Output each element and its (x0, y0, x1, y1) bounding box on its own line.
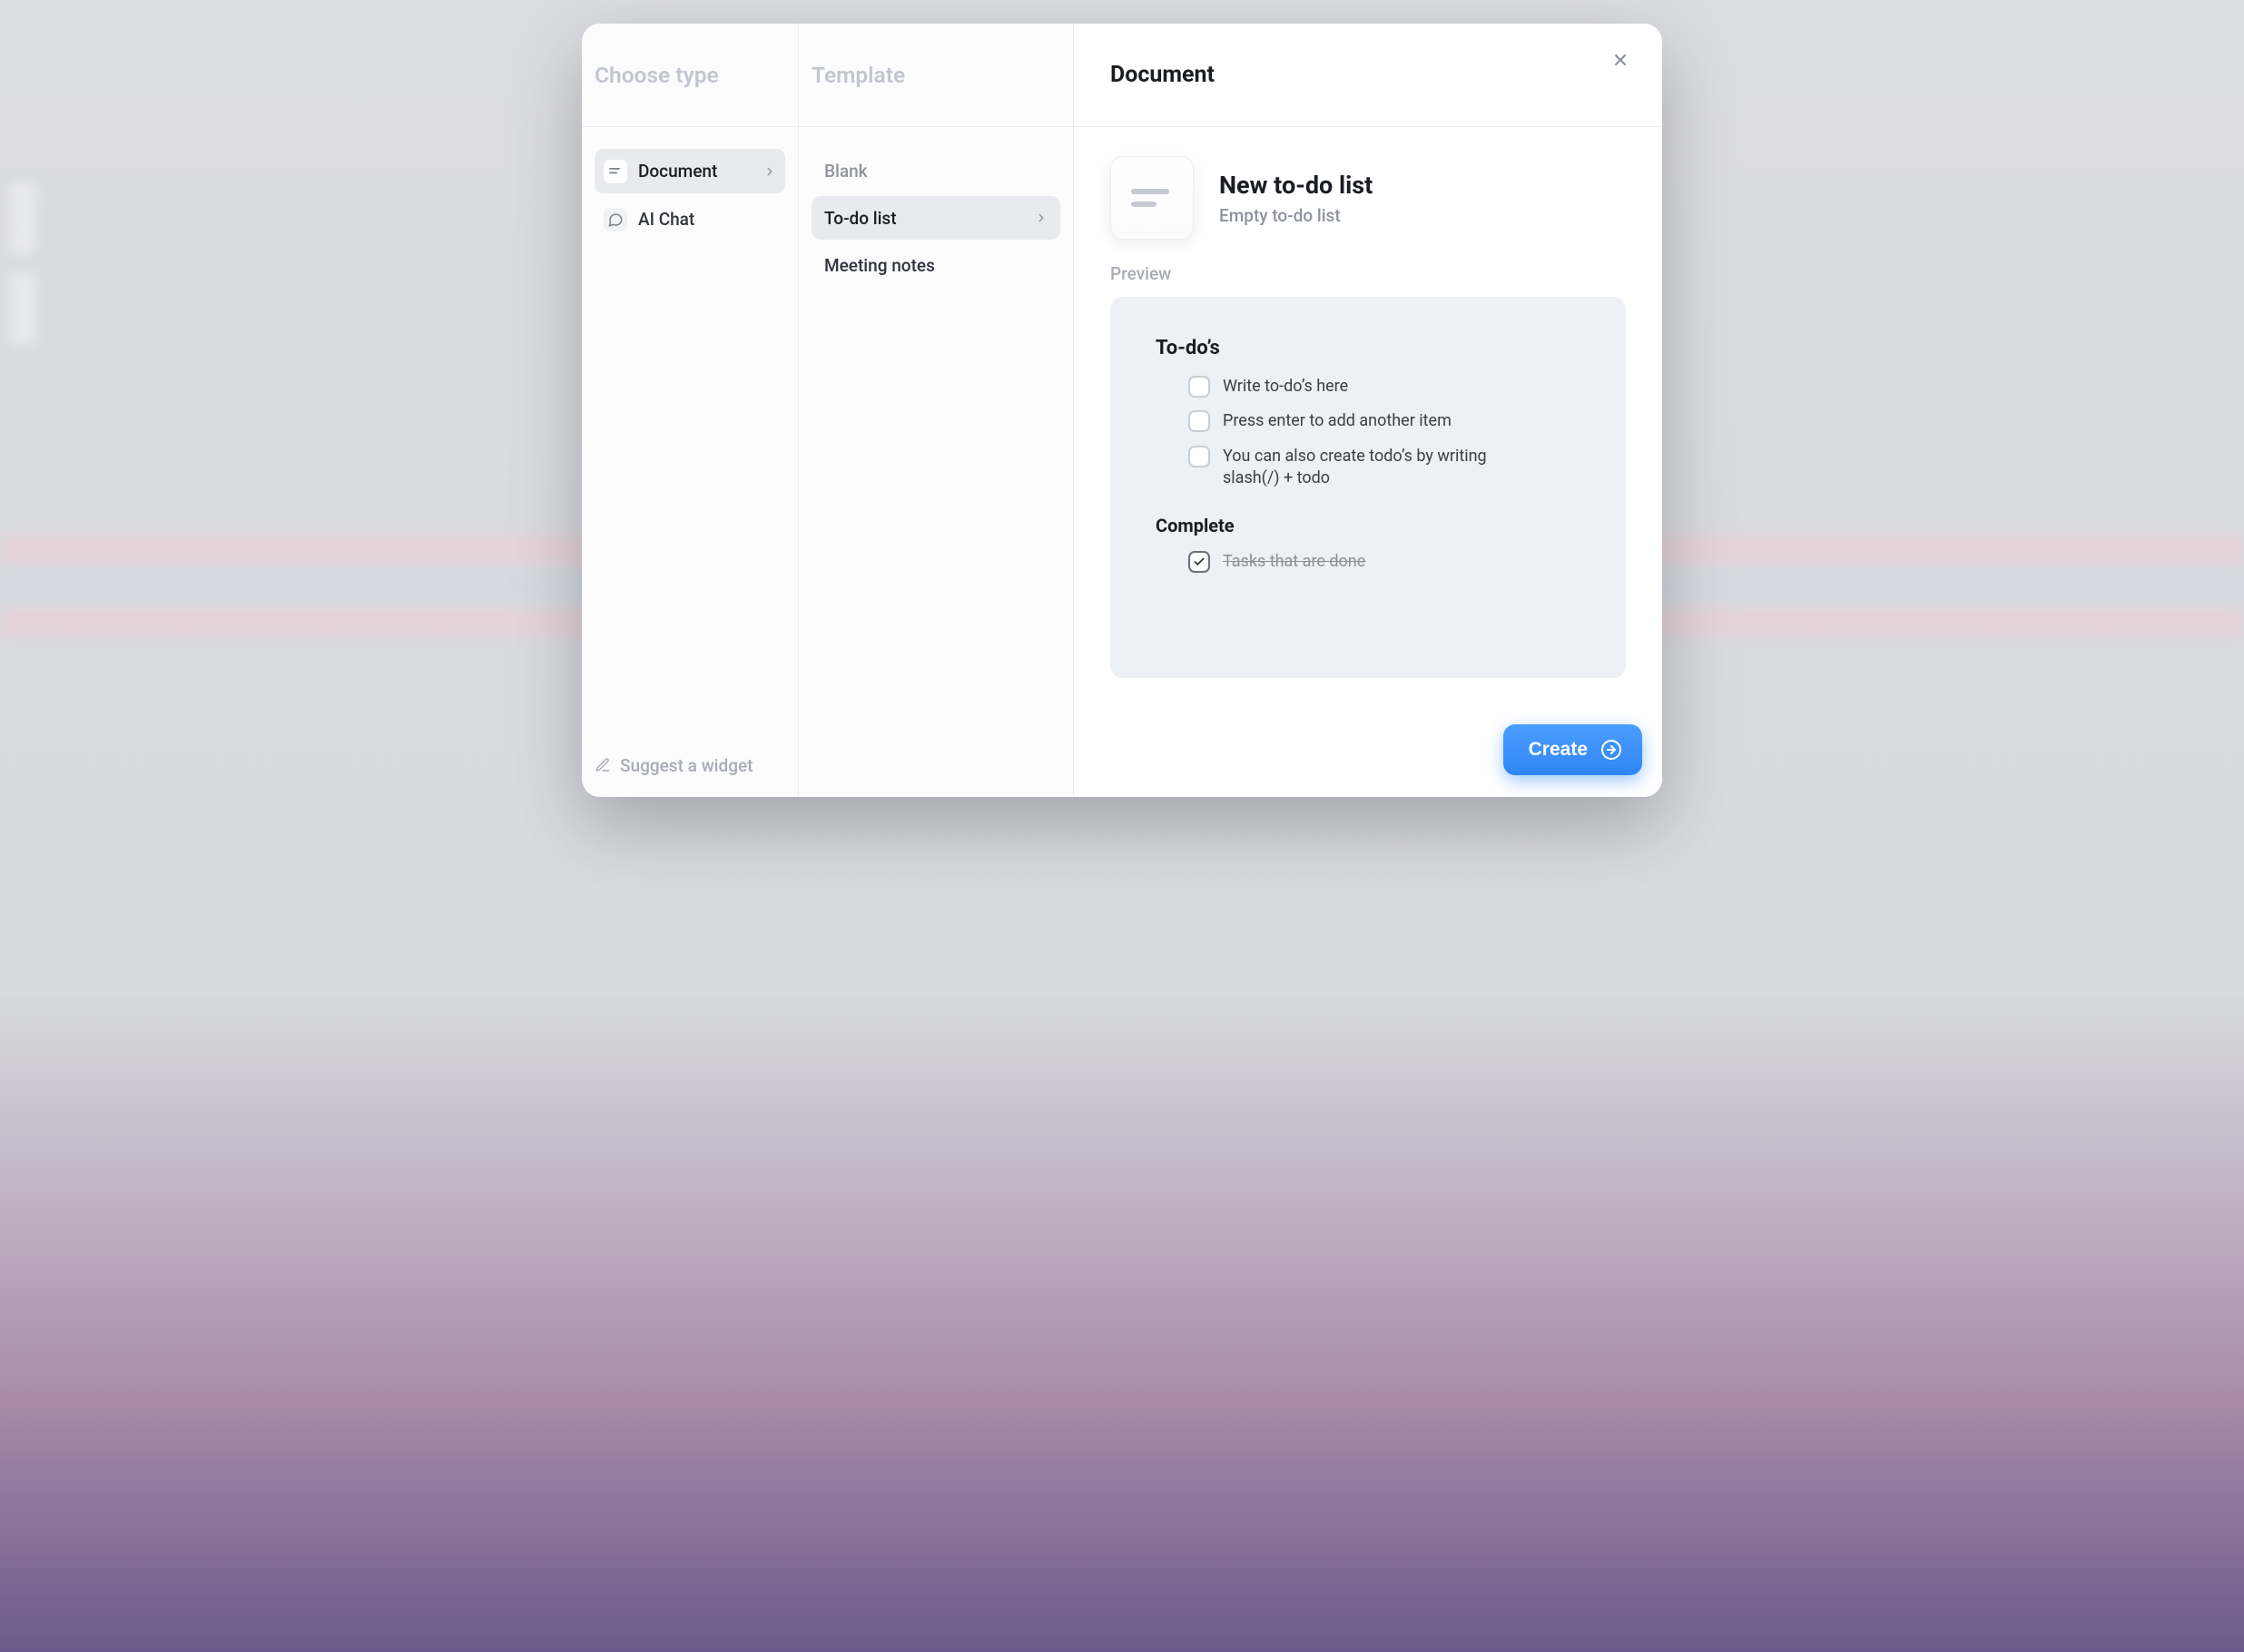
todo-item: You can also create todo’s by writing sl… (1188, 446, 1580, 490)
checkbox-unchecked-icon[interactable] (1188, 410, 1210, 432)
main-header: Document (1074, 24, 1662, 127)
checkbox-unchecked-icon[interactable] (1188, 446, 1210, 467)
create-document-modal: Choose type Document (582, 24, 1662, 797)
document-preview-icon (1110, 156, 1194, 240)
type-item-label: AI Chat (638, 209, 694, 230)
template-item-label: Meeting notes (824, 255, 935, 276)
template-item-blank[interactable]: Blank (812, 149, 1060, 192)
choose-type-title: Choose type (595, 62, 719, 88)
todo-text: Tasks that are done (1223, 551, 1365, 573)
document-icon (604, 160, 627, 183)
main-body: New to-do list Empty to-do list Preview … (1074, 127, 1662, 708)
preview-label: Preview (1110, 263, 1626, 284)
todo-item: Press enter to add another item (1188, 410, 1580, 432)
document-subtitle: Empty to-do list (1219, 205, 1373, 226)
complete-section-title: Complete (1156, 515, 1580, 536)
template-header: Template (799, 24, 1073, 127)
document-header: New to-do list Empty to-do list (1110, 156, 1626, 240)
todo-text: Write to-do’s here (1223, 376, 1348, 398)
choose-type-column: Choose type Document (582, 24, 799, 797)
suggest-widget-label: Suggest a widget (620, 755, 753, 776)
todo-item-complete: Tasks that are done (1188, 551, 1580, 573)
checkbox-unchecked-icon[interactable] (1188, 376, 1210, 398)
arrow-right-circle-icon (1600, 739, 1622, 761)
pencil-icon (595, 757, 611, 773)
preview-box: To-do’s Write to-do’s here Press enter t… (1110, 297, 1626, 678)
document-titles: New to-do list Empty to-do list (1219, 171, 1373, 226)
main-footer: Create (1074, 708, 1662, 797)
main-column: Document New to-do list Empty to-do list… (1074, 24, 1662, 797)
close-button[interactable] (1604, 44, 1637, 76)
todo-item: Write to-do’s here (1188, 376, 1580, 398)
template-item-label: To-do list (824, 208, 897, 229)
todo-text: You can also create todo’s by writing sl… (1223, 446, 1513, 490)
checkbox-checked-icon[interactable] (1188, 551, 1210, 573)
chevron-right-icon (1035, 211, 1048, 224)
template-item-todo-list[interactable]: To-do list (812, 196, 1060, 240)
type-list: Document AI Chat (582, 127, 798, 733)
todos-section-title: To-do’s (1156, 337, 1580, 359)
create-button[interactable]: Create (1503, 724, 1642, 775)
template-list: Blank To-do list Meeting notes (799, 127, 1073, 797)
create-button-label: Create (1529, 739, 1588, 761)
close-icon (1611, 51, 1629, 69)
todo-text: Press enter to add another item (1223, 410, 1452, 432)
choose-type-header: Choose type (582, 24, 798, 127)
type-item-ai-chat[interactable]: AI Chat (595, 197, 785, 241)
type-item-document[interactable]: Document (595, 149, 785, 193)
template-title: Template (812, 62, 905, 88)
template-column: Template Blank To-do list Meeting notes (799, 24, 1074, 797)
template-item-label: Blank (824, 161, 868, 182)
type-item-label: Document (638, 161, 717, 182)
main-header-title: Document (1110, 62, 1215, 88)
chevron-right-icon (763, 165, 776, 178)
document-title: New to-do list (1219, 171, 1373, 200)
chat-icon (604, 208, 627, 231)
template-item-meeting-notes[interactable]: Meeting notes (812, 243, 1060, 287)
suggest-widget-button[interactable]: Suggest a widget (582, 733, 798, 797)
